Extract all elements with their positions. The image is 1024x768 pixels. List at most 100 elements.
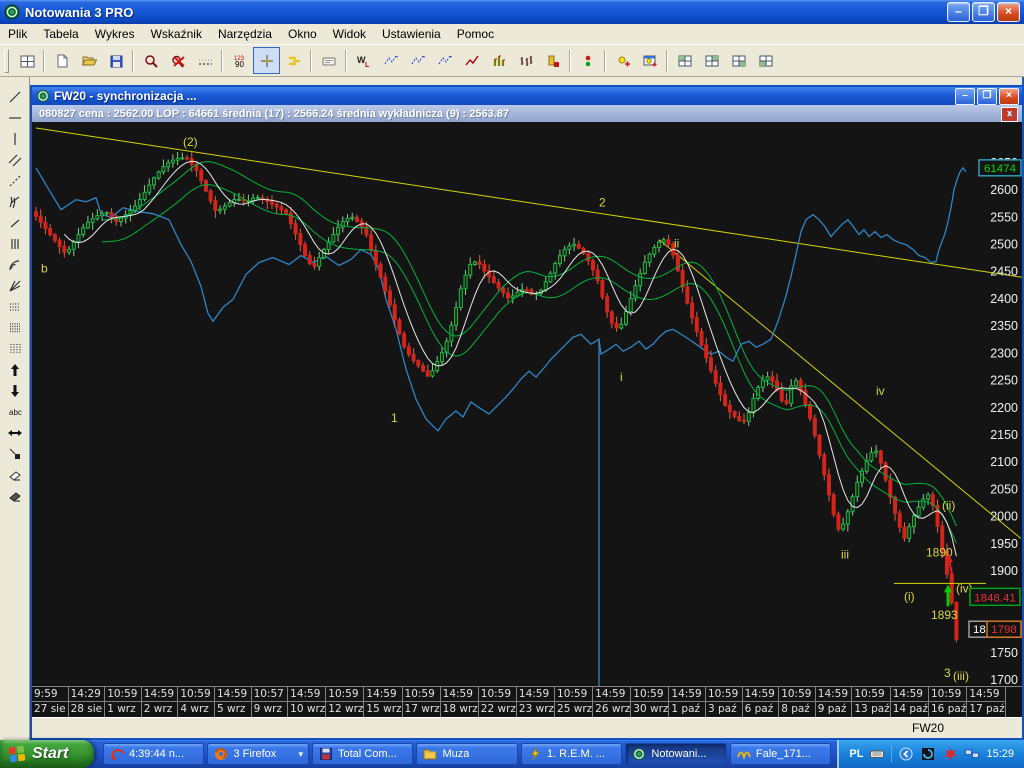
eraser-filled-tool[interactable] [3,485,27,506]
zigzag-button-2[interactable] [404,47,431,74]
network-tray-icon[interactable] [964,746,980,762]
info-close-icon[interactable]: x [1001,107,1018,122]
fibonacci-arcs-tool[interactable] [3,254,27,275]
minimize-button[interactable]: – [947,2,970,22]
layout-tr-button[interactable] [698,47,725,74]
chart-window-title: FW20 - synchronizacja ... [54,89,953,103]
dashed-trend-tool[interactable] [3,170,27,191]
add-point-button[interactable] [609,47,636,74]
menu-item-plik[interactable]: Plik [0,24,35,44]
save-file-button[interactable] [102,47,129,74]
start-button[interactable]: Start [0,740,94,768]
crosshair-button[interactable] [253,47,280,74]
price-tick: 2100 [990,455,1018,469]
ohlc-chart-button[interactable] [512,47,539,74]
menu-bar: PlikTabelaWykresWskaźnikNarzędziaOknoWid… [0,24,1024,44]
vertical-grid-tool[interactable] [3,233,27,254]
menu-item-tabela[interactable]: Tabela [35,24,86,44]
zigzag-button-3[interactable] [431,47,458,74]
line-chart-button[interactable] [458,47,485,74]
candle-chart-button[interactable] [539,47,566,74]
open-file-button[interactable] [75,47,102,74]
wave-labels-button[interactable]: WL [350,47,377,74]
time-axis-column: 10:5916 paź [929,687,967,717]
bar-chart-button[interactable] [485,47,512,74]
menu-item-okno[interactable]: Okno [280,24,325,44]
task-button-totalcom[interactable]: Total Com... [312,743,413,765]
add-window-button[interactable] [636,47,663,74]
chart-close-button[interactable]: × [999,88,1019,105]
segment-tool[interactable] [3,212,27,233]
menu-item-pomoc[interactable]: Pomoc [449,24,502,44]
menu-item-narzdzia[interactable]: Narzędzia [210,24,280,44]
close-button[interactable]: × [997,2,1020,22]
menu-item-widok[interactable]: Widok [325,24,374,44]
maximize-button[interactable]: ❒ [972,2,995,22]
scale-90-button[interactable]: 12390 [226,47,253,74]
data-window-button[interactable] [315,47,342,74]
chart-restore-button[interactable]: ❒ [977,88,997,105]
task-button-3firefox[interactable]: 3 Firefox▾ [207,743,308,765]
toolbar-separator [569,50,571,72]
wave-label: (i) [904,589,915,603]
levels-button[interactable] [280,47,307,74]
price-tick: 2250 [990,374,1018,388]
toolbar-separator [345,50,347,72]
layout-tl-button[interactable] [671,47,698,74]
pitchfork-tool[interactable] [3,191,27,212]
expand-tool[interactable] [3,422,27,443]
text-tool[interactable]: abc [3,401,27,422]
eraser-tool[interactable] [3,464,27,485]
fibonacci-retracement-tool[interactable] [3,296,27,317]
burst-tray-icon[interactable] [942,746,958,762]
dropdown-icon[interactable]: ▾ [298,749,303,760]
zoom-off-button[interactable] [164,47,191,74]
time-axis-column: 14:592 wrz [142,687,179,717]
language-indicator[interactable]: PL [849,748,863,760]
task-button-fale171[interactable]: Fale_171... [730,743,831,765]
pane-layout-button[interactable] [13,47,40,74]
start-label: Start [32,745,68,763]
trendline-tool[interactable] [3,86,27,107]
price-chart[interactable]: (2)2b1iiiiviii(ii)1890(i)(iv)18933(iii)2… [32,122,1022,686]
quote-info-bar: 080827 cena : 2562.00 LOP : 64661 średni… [32,105,1022,122]
time-axis-column: 14:5914 paź [891,687,929,717]
horizontal-line-tool[interactable] [3,107,27,128]
toolbar-grip[interactable] [4,49,9,73]
time-axis-column: 10:5913 paź [852,687,890,717]
zigzag-button-1[interactable] [377,47,404,74]
layout-br-button[interactable] [725,47,752,74]
task-button-43944n[interactable]: 4:39:44 n... [103,743,204,765]
layout-bl-button[interactable] [752,47,779,74]
keyboard-tray-icon[interactable] [869,746,885,762]
swirl-tray-icon[interactable] [920,746,936,762]
task-button-notowani[interactable]: Notowani... [625,743,726,765]
menu-item-ustawienia[interactable]: Ustawienia [374,24,449,44]
task-label: Notowani... [651,748,706,760]
menu-item-wskanik[interactable]: Wskaźnik [143,24,210,44]
time-axis-column: 10:5930 wrz [631,687,669,717]
vertical-line-tool[interactable] [3,128,27,149]
parallel-lines-tool[interactable] [3,149,27,170]
system-tray: PL 15:29 [837,740,1024,768]
time-axis-column: 10:5912 wrz [326,687,364,717]
signals-button[interactable] [574,47,601,74]
menu-item-wykres[interactable]: Wykres [87,24,143,44]
task-button-muza[interactable]: Muza [416,743,517,765]
chart-minimize-button[interactable]: – [955,88,975,105]
chevron-tray-icon[interactable] [898,746,914,762]
new-file-button[interactable] [48,47,75,74]
chart-area: (2)2b1iiiiviii(ii)1890(i)(iv)18933(iii)2… [32,122,1022,686]
arrow-down-tool[interactable] [3,380,27,401]
arrow-up-tool[interactable] [3,359,27,380]
fibonacci-levels-tool[interactable] [3,317,27,338]
task-button-1rem[interactable]: 1. R.E.M. ... [521,743,622,765]
time-axis-column: 10:5917 wrz [403,687,441,717]
gann-fan-tool[interactable] [3,275,27,296]
svg-text:90: 90 [235,60,244,69]
ruler-button[interactable] [191,47,218,74]
zoom-button[interactable] [137,47,164,74]
fibonacci-time-tool[interactable] [3,338,27,359]
pointer-tool[interactable] [3,443,27,464]
clock: 15:29 [986,748,1014,760]
